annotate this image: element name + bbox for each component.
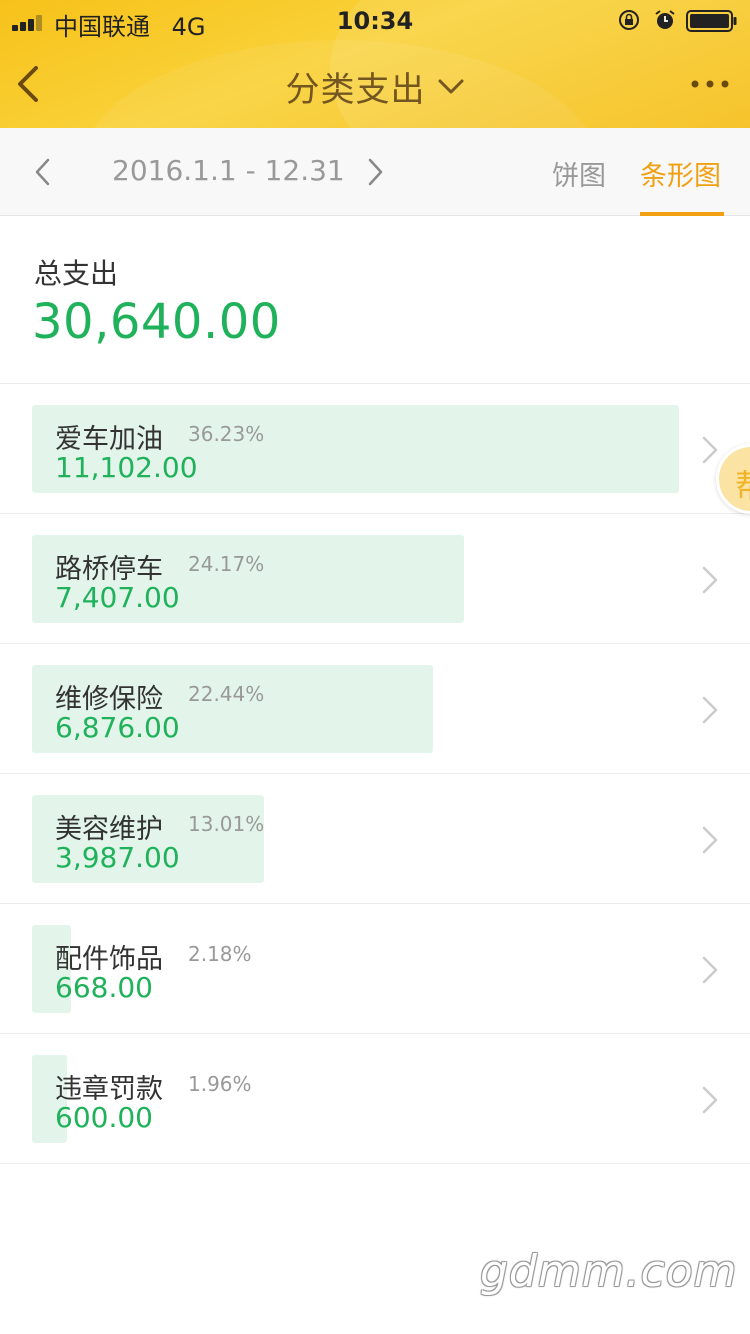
page-title: 分类支出 <box>285 70 426 110</box>
category-list: 爱车加油 36.23% 11,102.00 路桥停车 24.17% 7,407.… <box>0 384 750 1164</box>
period-toolbar: 2016.1.1 - 12.31 饼图 条形图 <box>0 128 750 216</box>
category-percent: 1.96% <box>188 1072 252 1096</box>
chevron-right-icon <box>702 826 718 854</box>
total-label: 总支出 <box>34 257 119 290</box>
chevron-right-icon <box>702 1086 718 1114</box>
category-row[interactable]: 路桥停车 24.17% 7,407.00 <box>0 514 750 644</box>
alarm-icon <box>655 10 675 29</box>
chevron-right-icon <box>702 696 718 724</box>
category-amount: 3,987.00 <box>55 841 180 874</box>
status-bar: 中国联通 4G 10:34 <box>0 0 750 41</box>
total-value: 30,640.00 <box>32 294 281 350</box>
chevron-right-icon <box>702 436 718 464</box>
category-row[interactable]: 维修保险 22.44% 6,876.00 <box>0 644 750 774</box>
chevron-right-icon <box>702 956 718 984</box>
category-amount: 7,407.00 <box>55 581 180 614</box>
category-row[interactable]: 爱车加油 36.23% 11,102.00 <box>0 384 750 514</box>
chevron-right-icon[interactable] <box>362 156 388 188</box>
category-percent: 13.01% <box>188 812 265 836</box>
category-percent: 2.18% <box>188 942 252 966</box>
chevron-down-icon <box>438 79 464 93</box>
category-row[interactable]: 配件饰品 2.18% 668.00 <box>0 904 750 1034</box>
category-row[interactable]: 美容维护 13.01% 3,987.00 <box>0 774 750 904</box>
active-tab-indicator <box>640 212 724 216</box>
watermark: gdmm.com <box>480 1246 738 1297</box>
battery-icon <box>686 10 737 32</box>
chevron-left-icon[interactable] <box>30 156 56 188</box>
orientation-lock-icon <box>619 10 639 30</box>
app-header: 中国联通 4G 10:34 分类支出 <box>0 0 750 128</box>
tab-bar-chart[interactable]: 条形图 <box>640 154 721 193</box>
category-row[interactable]: 违章罚款 1.96% 600.00 <box>0 1034 750 1164</box>
category-percent: 24.17% <box>188 552 265 576</box>
more-dots-icon[interactable] <box>690 78 730 90</box>
category-amount: 11,102.00 <box>55 451 198 484</box>
category-percent: 22.44% <box>188 682 265 706</box>
category-percent: 36.23% <box>188 422 265 446</box>
floating-help-label: 帮 <box>735 461 750 507</box>
date-range[interactable]: 2016.1.1 - 12.31 <box>112 154 345 187</box>
category-amount: 668.00 <box>55 971 153 1004</box>
category-amount: 600.00 <box>55 1101 153 1134</box>
category-amount: 6,876.00 <box>55 711 180 744</box>
nav-title-dropdown[interactable]: 分类支出 <box>0 62 750 111</box>
chevron-right-icon <box>702 566 718 594</box>
tab-pie-chart[interactable]: 饼图 <box>552 154 606 193</box>
